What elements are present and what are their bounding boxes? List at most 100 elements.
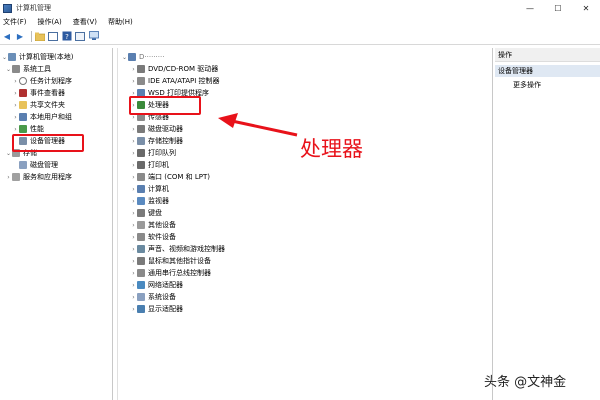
chevron-right-icon[interactable]: › (130, 306, 137, 313)
device-category-label: 通用串行总线控制器 (148, 269, 211, 277)
chevron-right-icon[interactable]: › (130, 138, 137, 145)
chevron-right-icon[interactable]: › (130, 78, 137, 85)
chevron-right-icon[interactable]: › (130, 258, 137, 265)
device-category-label: 计算机 (148, 185, 169, 193)
console-tree: ⌄ 计算机管理(本地) ⌄ 系统工具 › 任务计划程序 › 事件查看器 › 共享… (0, 48, 113, 400)
device-category-label: 网络适配器 (148, 281, 183, 289)
chevron-right-icon[interactable]: › (12, 78, 19, 85)
device-category-row[interactable]: › 打印机 (130, 159, 169, 171)
chevron-right-icon[interactable]: › (130, 246, 137, 253)
sound-icon (137, 245, 145, 253)
tree-shared-folders[interactable]: › 共享文件夹 (12, 99, 65, 111)
device-category-row[interactable]: › 声音、视频和游戏控制器 (130, 243, 225, 255)
chevron-right-icon[interactable]: › (130, 210, 137, 217)
chevron-right-icon[interactable]: › (130, 234, 137, 241)
chevron-right-icon[interactable]: › (12, 102, 19, 109)
tree-disk-management[interactable]: 磁盘管理 (12, 159, 58, 171)
chevron-right-icon[interactable]: › (130, 162, 137, 169)
menu-action[interactable]: 操作(A) (38, 17, 62, 27)
chevron-right-icon[interactable]: › (12, 114, 19, 121)
chevron-right-icon[interactable]: › (130, 66, 137, 73)
device-category-row[interactable]: › 系统设备 (130, 291, 176, 303)
chevron-right-icon[interactable]: › (130, 270, 137, 277)
device-category-row[interactable]: › 打印队列 (130, 147, 176, 159)
maximize-button[interactable]: ☐ (544, 0, 572, 16)
chevron-right-icon[interactable]: › (130, 150, 137, 157)
device-category-label: 存储控制器 (148, 137, 183, 145)
properties-icon[interactable] (75, 31, 85, 41)
device-category-row[interactable]: › 存储控制器 (130, 135, 183, 147)
device-category-label: 打印队列 (148, 149, 176, 157)
device-category-label: 监视器 (148, 197, 169, 205)
show-hide-console-tree-icon[interactable] (48, 31, 58, 41)
tree-system-tools[interactable]: ⌄ 系统工具 (5, 63, 51, 75)
minimize-button[interactable]: — (516, 0, 544, 16)
device-category-label: 软件设备 (148, 233, 176, 241)
chevron-right-icon[interactable]: › (130, 174, 137, 181)
chevron-down-icon[interactable]: ⌄ (1, 54, 8, 61)
device-category-row[interactable]: › 其他设备 (130, 219, 176, 231)
device-category-row[interactable]: › 计算机 (130, 183, 169, 195)
device-manager-highlight (12, 134, 84, 152)
chevron-right-icon[interactable]: › (130, 294, 137, 301)
chevron-right-icon[interactable]: › (130, 126, 137, 133)
tree-services-apps[interactable]: › 服务和应用程序 (5, 171, 72, 183)
device-category-row[interactable]: › IDE ATA/ATAPI 控制器 (130, 75, 220, 87)
device-category-row[interactable]: › 键盘 (130, 207, 162, 219)
device-category-row[interactable]: › 显示适配器 (130, 303, 183, 315)
tree-local-users[interactable]: › 本地用户和组 (12, 111, 72, 123)
device-category-row[interactable]: › 通用串行总线控制器 (130, 267, 211, 279)
tree-local-users-label: 本地用户和组 (30, 113, 72, 121)
chevron-right-icon[interactable]: › (130, 222, 137, 229)
toolbar-divider (31, 30, 32, 42)
device-category-label: DVD/CD-ROM 驱动器 (148, 65, 219, 73)
more-actions[interactable]: 更多操作 (513, 80, 541, 90)
dvd-drive-icon (137, 65, 145, 73)
device-category-label: 鼠标和其他指针设备 (148, 257, 211, 265)
chevron-right-icon[interactable]: › (5, 174, 12, 181)
display-adapter-icon (137, 305, 145, 313)
system-device-icon (137, 293, 145, 301)
chevron-right-icon[interactable]: › (130, 198, 137, 205)
device-category-label: IDE ATA/ATAPI 控制器 (148, 77, 220, 85)
device-root[interactable]: ⌄ D········· (121, 51, 164, 63)
folder-up-icon[interactable] (35, 31, 45, 41)
chevron-right-icon[interactable]: › (12, 90, 19, 97)
device-category-row[interactable]: › 软件设备 (130, 231, 176, 243)
device-category-label: 显示适配器 (148, 305, 183, 313)
device-category-row[interactable]: › DVD/CD-ROM 驱动器 (130, 63, 218, 75)
device-category-row[interactable]: › 监视器 (130, 195, 169, 207)
menu-help[interactable]: 帮助(H) (108, 17, 133, 27)
device-category-label: 端口 (COM 和 LPT) (148, 173, 210, 181)
chevron-right-icon[interactable]: › (130, 186, 137, 193)
tree-shared-folders-label: 共享文件夹 (30, 101, 65, 109)
actions-section[interactable]: 设备管理器 (495, 65, 600, 77)
close-button[interactable]: ✕ (572, 0, 600, 16)
tree-task-scheduler[interactable]: › 任务计划程序 (12, 75, 72, 87)
tree-root[interactable]: ⌄ 计算机管理(本地) (1, 51, 73, 63)
menu-file[interactable]: 文件(F) (3, 17, 27, 27)
actions-header: 操作 (495, 48, 600, 62)
tree-system-tools-label: 系统工具 (23, 65, 51, 73)
storage-controller-icon (137, 137, 145, 145)
device-category-row[interactable]: › 网络适配器 (130, 279, 183, 291)
tree-root-label: 计算机管理(本地) (19, 53, 74, 61)
device-category-row[interactable]: › 磁盘驱动器 (130, 123, 183, 135)
device-category-row[interactable]: › 端口 (COM 和 LPT) (130, 171, 210, 183)
device-category-row[interactable]: › 鼠标和其他指针设备 (130, 255, 211, 267)
event-viewer-icon (19, 89, 27, 97)
tree-event-viewer[interactable]: › 事件查看器 (12, 87, 65, 99)
back-icon[interactable]: ◀ (2, 31, 12, 41)
device-category-label: 磁盘驱动器 (148, 125, 183, 133)
monitor-icon[interactable] (89, 31, 99, 41)
chevron-down-icon[interactable]: ⌄ (5, 66, 12, 73)
chevron-right-icon[interactable]: › (130, 282, 137, 289)
menu-view[interactable]: 查看(V) (73, 17, 97, 27)
chevron-down-icon[interactable]: ⌄ (5, 150, 12, 157)
help-icon[interactable]: ? (62, 31, 72, 41)
chevron-down-icon[interactable]: ⌄ (121, 54, 128, 61)
forward-icon[interactable]: ▶ (15, 31, 25, 41)
tree-services-apps-label: 服务和应用程序 (23, 173, 72, 181)
chevron-right-icon[interactable]: › (12, 126, 19, 133)
tree-task-scheduler-label: 任务计划程序 (30, 77, 72, 85)
